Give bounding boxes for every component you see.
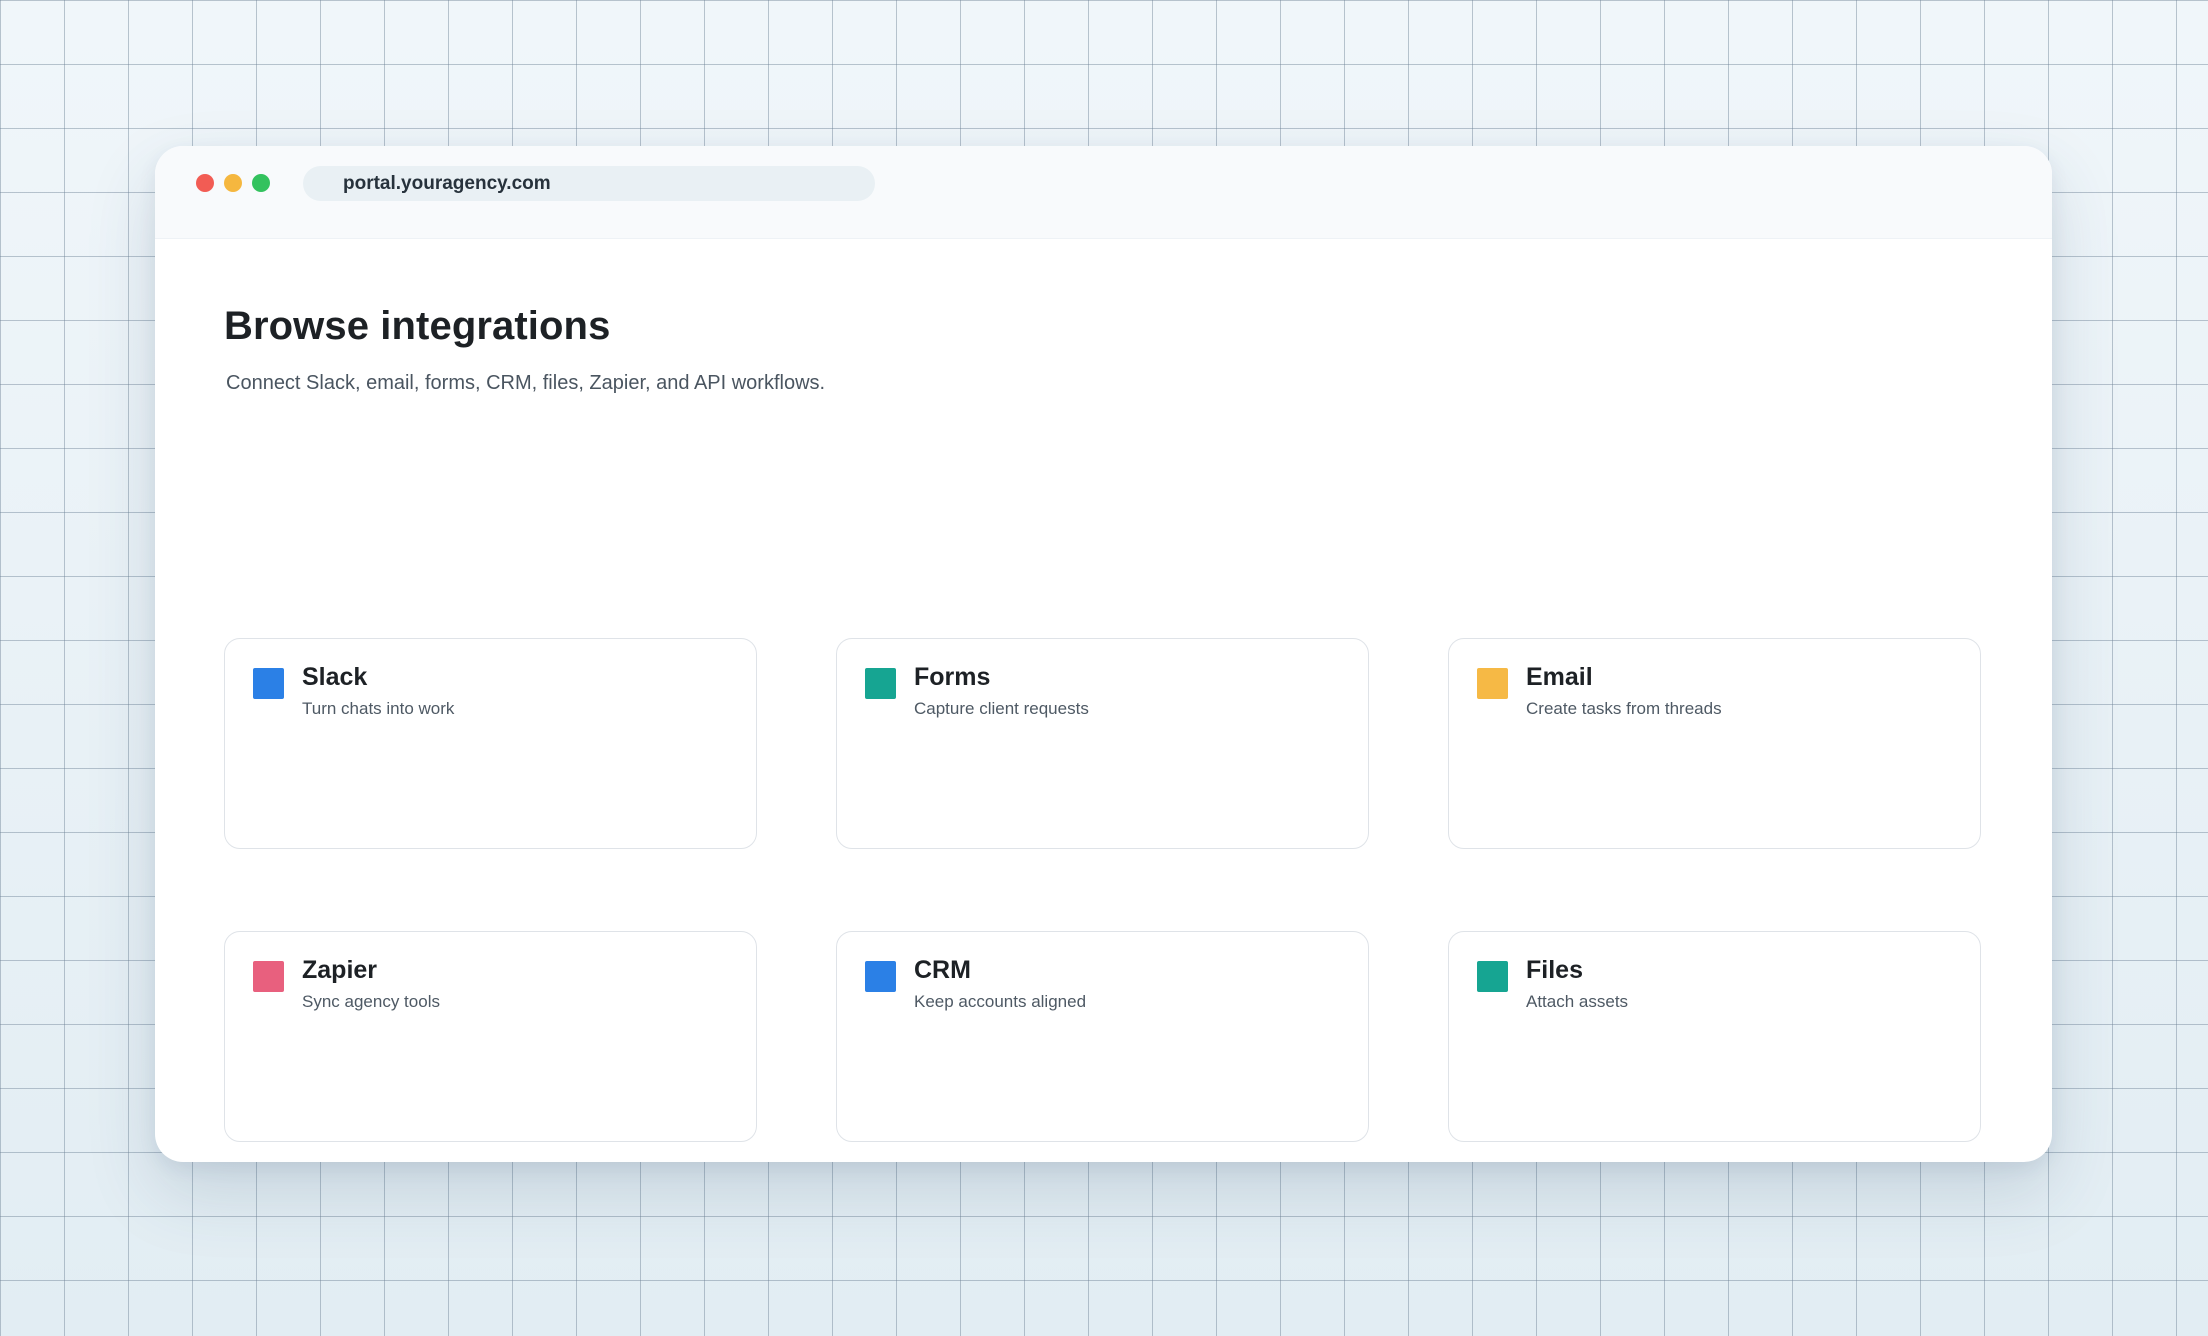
integration-card-zapier[interactable]: Zapier Sync agency tools [224,931,757,1142]
integration-description: Keep accounts aligned [914,992,1087,1011]
slack-icon [253,668,284,699]
integration-description: Attach assets [1526,992,1629,1011]
integration-card-slack[interactable]: Slack Turn chats into work [224,638,757,849]
zapier-icon [253,961,284,992]
files-icon [1477,961,1508,992]
integration-name: Zapier [302,956,378,984]
forms-icon [865,668,896,699]
integration-name: Files [1526,956,1583,984]
minimize-window-button[interactable] [224,174,242,192]
integration-card-files[interactable]: Files Attach assets [1448,931,1981,1142]
page-title: Browse integrations [224,304,611,348]
close-window-button[interactable] [196,174,214,192]
crm-icon [865,961,896,992]
browser-window: portal.youragency.com Browse integration… [155,146,2052,1162]
address-bar[interactable]: portal.youragency.com [303,166,875,201]
integration-name: Email [1526,663,1593,691]
integration-card-crm[interactable]: CRM Keep accounts aligned [836,931,1369,1142]
browser-titlebar: portal.youragency.com [155,146,2052,239]
integration-description: Turn chats into work [302,699,455,718]
address-bar-url: portal.youragency.com [343,173,551,194]
integration-name: CRM [914,956,971,984]
integration-description: Sync agency tools [302,992,440,1011]
integration-description: Capture client requests [914,699,1089,718]
email-icon [1477,668,1508,699]
page-subtitle: Connect Slack, email, forms, CRM, files,… [226,372,826,394]
integration-card-forms[interactable]: Forms Capture client requests [836,638,1369,849]
maximize-window-button[interactable] [252,174,270,192]
integration-card-email[interactable]: Email Create tasks from threads [1448,638,1981,849]
integration-name: Forms [914,663,991,691]
integration-name: Slack [302,663,368,691]
integration-description: Create tasks from threads [1526,699,1722,718]
